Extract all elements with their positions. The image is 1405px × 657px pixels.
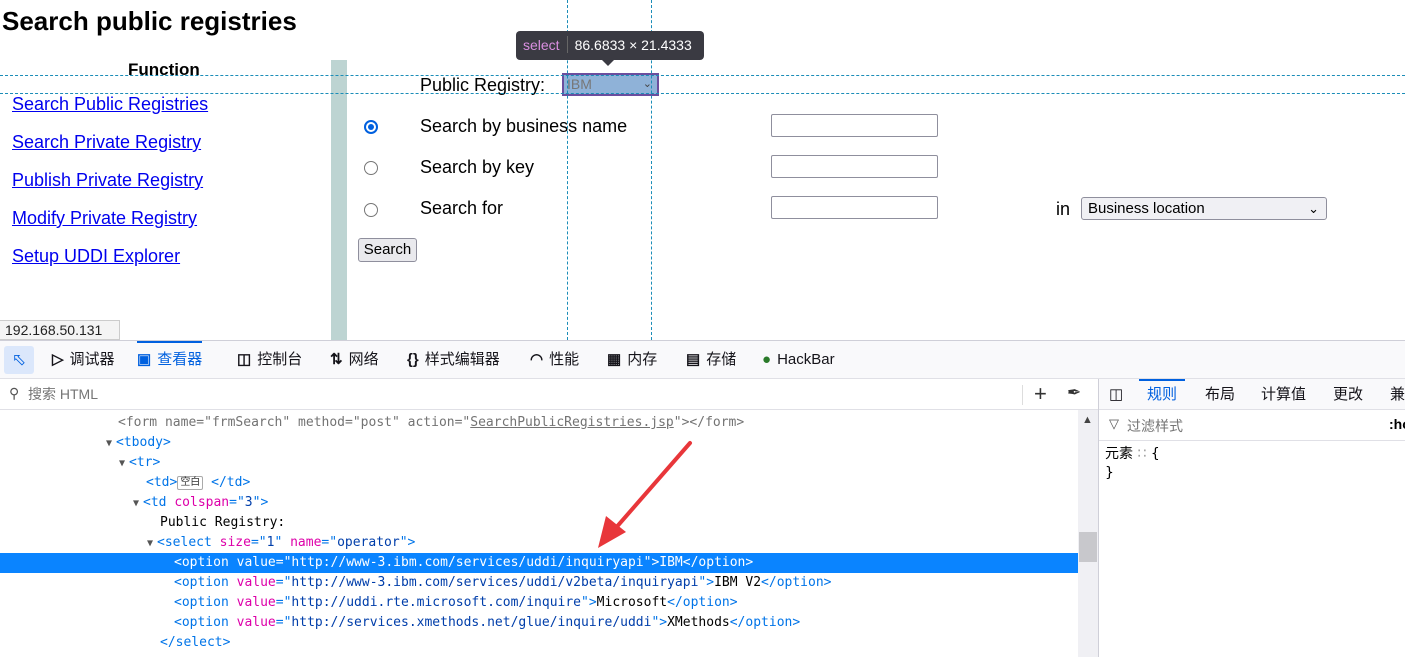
annotation-arrow [598, 441, 692, 548]
